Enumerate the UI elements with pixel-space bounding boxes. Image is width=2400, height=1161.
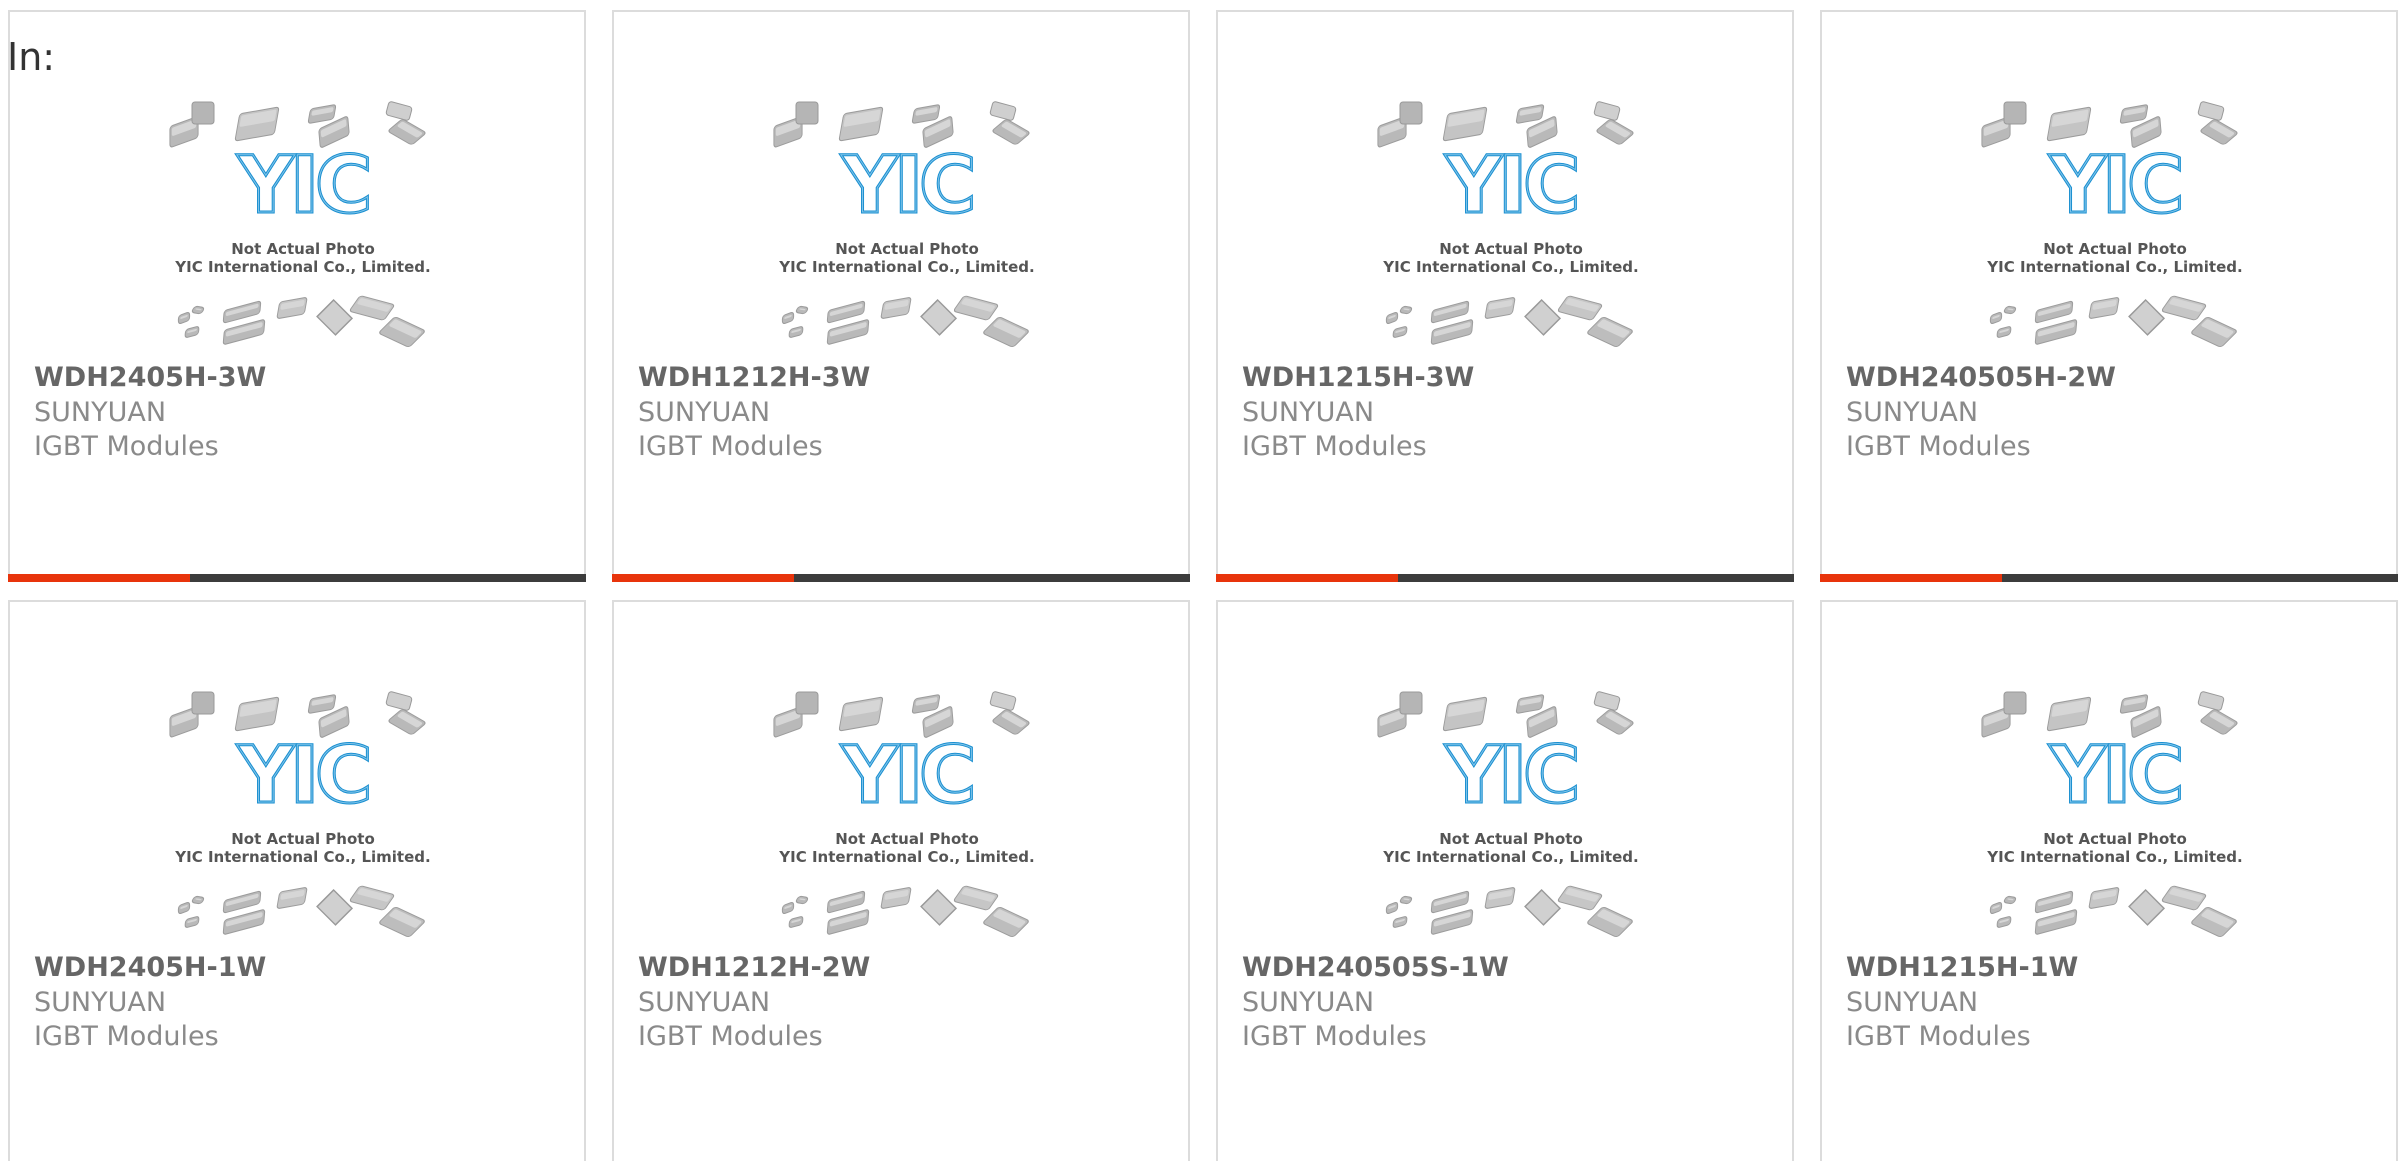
product-placeholder-image: YIC YIC Not Actual Photo YIC International … xyxy=(1974,100,2256,352)
product-part-number[interactable]: WDH1215H-1W xyxy=(1846,952,2078,983)
product-category: IGBT Modules xyxy=(34,1021,219,1052)
product-card[interactable]: YIC YIC Not Actual Photo YIC International … xyxy=(1216,600,1794,1161)
product-manufacturer: SUNYUAN xyxy=(638,397,771,428)
card-bottom-bar xyxy=(1820,574,2398,582)
placeholder-photo-graphic: YICYICNot Actual PhotoYIC International … xyxy=(1981,691,2243,937)
product-part-number[interactable]: WDH1212H-2W xyxy=(638,952,870,983)
placeholder-photo-graphic: YICYICNot Actual PhotoYIC International … xyxy=(1981,101,2243,347)
card-accent-stripe xyxy=(8,574,190,582)
svg-text:YIC International Co., Limited: YIC International Co., Limited. xyxy=(174,258,430,276)
product-placeholder-image: YIC YIC Not Actual Photo YIC International … xyxy=(1370,690,1652,942)
product-part-number[interactable]: WDH240505S-1W xyxy=(1242,952,1509,983)
svg-text:YIC: YIC xyxy=(841,731,973,821)
product-card[interactable]: YIC YIC Not Actual Photo YIC International … xyxy=(1820,600,2398,1161)
product-category: IGBT Modules xyxy=(1242,431,1427,462)
product-placeholder-image: YIC YIC Not Actual Photo YIC International … xyxy=(766,690,1048,942)
svg-text:Not Actual Photo: Not Actual Photo xyxy=(231,240,375,258)
product-category: IGBT Modules xyxy=(638,1021,823,1052)
product-manufacturer: SUNYUAN xyxy=(1242,397,1375,428)
product-manufacturer: SUNYUAN xyxy=(1242,987,1375,1018)
svg-text:YIC: YIC xyxy=(237,731,369,821)
svg-text:Not Actual Photo: Not Actual Photo xyxy=(231,830,375,848)
product-placeholder-image: YIC YIC Not Actual Photo YIC International … xyxy=(162,100,444,352)
svg-text:YIC: YIC xyxy=(2049,731,2181,821)
placeholder-photo-graphic: YICYICNot Actual PhotoYIC International … xyxy=(1377,101,1639,347)
product-card[interactable]: YIC YIC Not Actual Photo YIC International … xyxy=(612,600,1190,1161)
product-part-number[interactable]: WDH1215H-3W xyxy=(1242,362,1474,393)
product-manufacturer: SUNYUAN xyxy=(34,397,167,428)
product-card[interactable]: YIC YIC Not Actual Photo YIC International … xyxy=(612,10,1190,582)
product-part-number[interactable]: WDH240505H-2W xyxy=(1846,362,2116,393)
product-manufacturer: SUNYUAN xyxy=(1846,987,1979,1018)
product-card[interactable]: YIC YIC Not Actual Photo YIC International … xyxy=(8,10,586,582)
product-card[interactable]: YIC YIC Not Actual Photo YIC International … xyxy=(1820,10,2398,582)
product-category: IGBT Modules xyxy=(1242,1021,1427,1052)
product-category: IGBT Modules xyxy=(34,431,219,462)
svg-text:YIC International Co., Limited: YIC International Co., Limited. xyxy=(1986,848,2242,866)
svg-text:YIC International Co., Limited: YIC International Co., Limited. xyxy=(1986,258,2242,276)
svg-text:Not Actual Photo: Not Actual Photo xyxy=(1439,240,1583,258)
product-part-number[interactable]: WDH2405H-3W xyxy=(34,362,266,393)
product-card[interactable]: YIC YIC Not Actual Photo YIC International … xyxy=(8,600,586,1161)
product-placeholder-image: YIC YIC Not Actual Photo YIC International … xyxy=(766,100,1048,352)
placeholder-photo-graphic: YICYICNot Actual PhotoYIC International … xyxy=(169,691,431,937)
svg-text:YIC International Co., Limited: YIC International Co., Limited. xyxy=(1382,258,1638,276)
product-part-number[interactable]: WDH1212H-3W xyxy=(638,362,870,393)
placeholder-photo-graphic: YICYICNot Actual PhotoYIC International … xyxy=(773,691,1035,937)
svg-text:YIC: YIC xyxy=(2049,141,2181,231)
product-part-number[interactable]: WDH2405H-1W xyxy=(34,952,266,983)
product-card[interactable]: YIC YIC Not Actual Photo YIC International … xyxy=(1216,10,1794,582)
product-placeholder-image: YIC YIC Not Actual Photo YIC International … xyxy=(162,690,444,942)
card-bottom-bar xyxy=(1216,574,1794,582)
filter-label: In: xyxy=(7,35,56,79)
card-bottom-bar xyxy=(8,574,586,582)
placeholder-photo-graphic: YICYICNot Actual PhotoYIC International … xyxy=(169,101,431,347)
svg-text:Not Actual Photo: Not Actual Photo xyxy=(835,240,979,258)
product-category: IGBT Modules xyxy=(1846,1021,2031,1052)
placeholder-photo-graphic: YICYICNot Actual PhotoYIC International … xyxy=(1377,691,1639,937)
placeholder-photo-graphic: YICYICNot Actual PhotoYIC International … xyxy=(773,101,1035,347)
card-accent-stripe xyxy=(1820,574,2002,582)
product-manufacturer: SUNYUAN xyxy=(1846,397,1979,428)
svg-text:YIC International Co., Limited: YIC International Co., Limited. xyxy=(1382,848,1638,866)
card-accent-stripe xyxy=(1216,574,1398,582)
svg-text:YIC: YIC xyxy=(841,141,973,231)
product-manufacturer: SUNYUAN xyxy=(34,987,167,1018)
svg-text:Not Actual Photo: Not Actual Photo xyxy=(2043,240,2187,258)
svg-text:YIC International Co., Limited: YIC International Co., Limited. xyxy=(174,848,430,866)
svg-text:YIC: YIC xyxy=(1445,141,1577,231)
card-bottom-bar xyxy=(612,574,1190,582)
svg-text:YIC International Co., Limited: YIC International Co., Limited. xyxy=(778,848,1034,866)
card-accent-stripe xyxy=(612,574,794,582)
product-category: IGBT Modules xyxy=(638,431,823,462)
svg-text:YIC: YIC xyxy=(237,141,369,231)
svg-text:Not Actual Photo: Not Actual Photo xyxy=(1439,830,1583,848)
product-category: IGBT Modules xyxy=(1846,431,2031,462)
product-manufacturer: SUNYUAN xyxy=(638,987,771,1018)
svg-text:YIC: YIC xyxy=(1445,731,1577,821)
svg-text:Not Actual Photo: Not Actual Photo xyxy=(2043,830,2187,848)
product-placeholder-image: YIC YIC Not Actual Photo YIC International … xyxy=(1974,690,2256,942)
svg-text:Not Actual Photo: Not Actual Photo xyxy=(835,830,979,848)
product-placeholder-image: YIC YIC Not Actual Photo YIC International … xyxy=(1370,100,1652,352)
product-grid-page: In: YIC YIC Not Actual Photo YIC Internatio… xyxy=(0,0,2400,1161)
svg-text:YIC International Co., Limited: YIC International Co., Limited. xyxy=(778,258,1034,276)
